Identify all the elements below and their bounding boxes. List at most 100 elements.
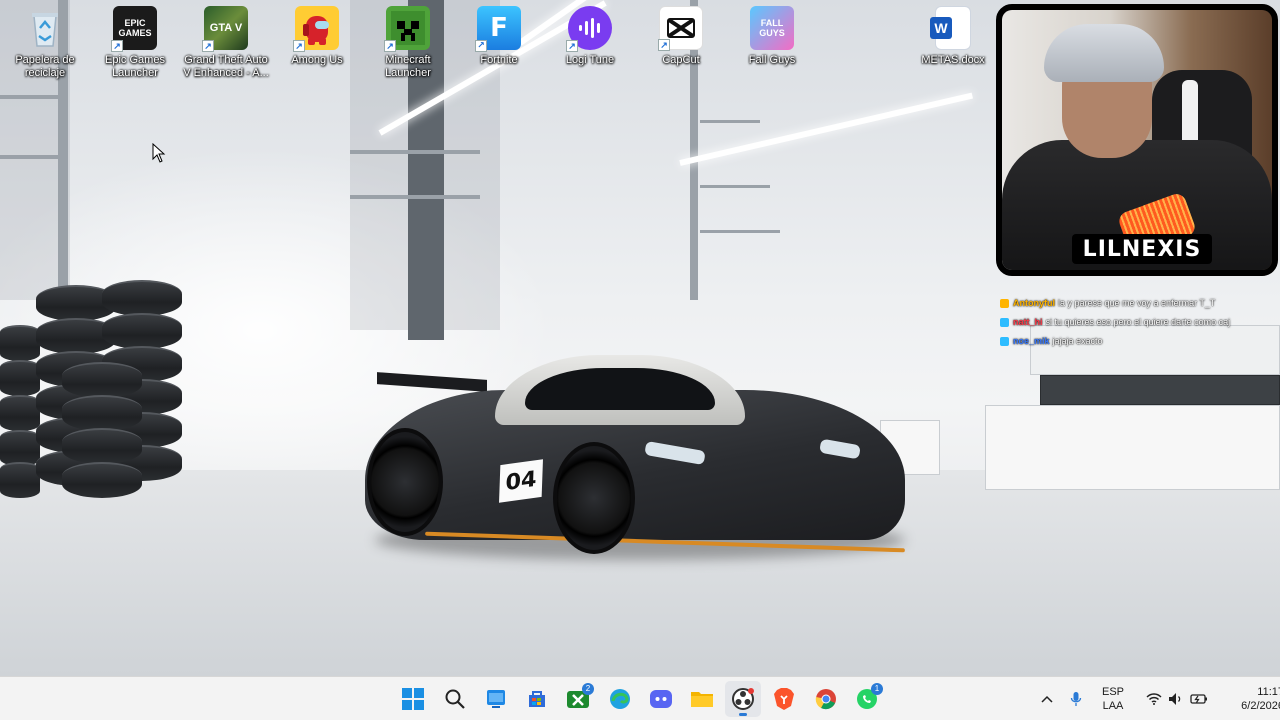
wall-beam [0, 95, 60, 99]
workbench-top [1040, 375, 1280, 405]
chat-text: jajaja exacto [1052, 336, 1103, 346]
fortnite-icon: F ↗ [475, 6, 521, 52]
desktop-icon-gta-v[interactable]: GTA V ↗ Grand Theft Auto V Enhanced - A.… [181, 6, 271, 80]
volume-icon [1169, 693, 1181, 705]
car-front-wheel [553, 442, 635, 554]
windows-start-icon [402, 688, 424, 710]
wall-beam [700, 185, 770, 188]
language-code: ESP [1101, 686, 1124, 698]
chat-badge-icon [1000, 299, 1009, 308]
among-us-icon: ↗ [293, 6, 339, 52]
icon-label: Grand Theft Auto V Enhanced - A... [183, 54, 269, 79]
streamer-hair [1044, 24, 1164, 82]
epic-games-tile-text: EPIC GAMES [118, 18, 152, 38]
chevron-up-icon [1041, 695, 1053, 703]
brave-button[interactable] [766, 681, 802, 717]
clock[interactable]: 11:17 6/2/2026 [1222, 685, 1280, 713]
clock-time: 11:17 [1257, 686, 1280, 698]
fall-guys-icon: FALL GUYS [750, 6, 794, 50]
workbench-cabinet [985, 405, 1280, 490]
chat-message: Antonyful la y parese que me voy a enfer… [1000, 294, 1280, 313]
icon-label: CapCut [662, 54, 700, 66]
edge-button[interactable] [602, 681, 638, 717]
wall-beam [0, 155, 60, 159]
show-hidden-icons-button[interactable] [1036, 681, 1058, 717]
discord-button[interactable] [643, 681, 679, 717]
gta-v-icon: GTA V ↗ [202, 6, 248, 52]
desktop-icon-fortnite[interactable]: F ↗ Fortnite [454, 6, 544, 67]
wall-beam [700, 230, 780, 233]
icon-label: Fall Guys [748, 54, 796, 66]
chat-username: noe_mik [1013, 336, 1050, 346]
chat-message: natt_hi si tu quieres eso pero el quiere… [1000, 313, 1280, 332]
file-explorer-button[interactable] [684, 681, 720, 717]
obs-button[interactable] [725, 681, 761, 717]
desktop-icon-epic-games[interactable]: EPIC GAMES ↗ Epic Games Launcher [90, 6, 180, 80]
fortnite-tile-text: F [490, 13, 508, 43]
clock-date: 6/2/2026 [1241, 700, 1280, 712]
gta-v-tile-text: GTA V [209, 22, 243, 34]
chat-badge-icon [1000, 318, 1009, 327]
ceiling-light [679, 92, 973, 166]
chrome-icon [815, 689, 836, 710]
minecraft-icon: ↗ [384, 6, 430, 52]
icon-label: METAS.docx [921, 54, 985, 66]
mouse-cursor-icon [152, 143, 166, 163]
icon-label: Papelera de reciclaje [15, 54, 75, 79]
xbox-badge: 2 [582, 683, 594, 695]
word-tile-text: W [930, 17, 952, 39]
desktop-icon-metas-docx[interactable]: W METAS.docx [908, 6, 998, 67]
whatsapp-badge: 1 [871, 683, 883, 695]
microphone-button[interactable] [1064, 681, 1088, 717]
microsoft-store-button[interactable] [519, 681, 555, 717]
race-car: 04 [365, 350, 910, 565]
car-rear-wing [377, 372, 487, 392]
logi-tune-icon: ↗ [566, 6, 612, 52]
capcut-icon: ↗ [658, 6, 703, 51]
wall-beam [350, 150, 480, 154]
whatsapp-button[interactable]: 1 [849, 681, 885, 717]
desktop-icon-capcut[interactable]: ↗ CapCut [636, 6, 726, 67]
chat-badge-icon [1000, 337, 1009, 346]
epic-games-icon: EPIC GAMES ↗ [111, 6, 157, 52]
icon-label: Minecraft Launcher [385, 54, 431, 79]
desktop-icon-among-us[interactable]: ↗ Among Us [272, 6, 362, 67]
chat-message: noe_mik jajaja exacto [1000, 332, 1280, 351]
xbox-button[interactable]: 2 [560, 681, 596, 717]
obs-icon [732, 688, 754, 710]
car-rear-wheel [367, 428, 443, 536]
task-view-button[interactable] [478, 681, 514, 717]
file-explorer-icon [691, 692, 713, 707]
chat-username: natt_hi [1013, 317, 1043, 327]
stream-chat: Antonyful la y parese que me voy a enfer… [1000, 294, 1280, 351]
taskbar: 2 1 ESP LAA 11:1 6/2/2026 [0, 676, 1280, 720]
quick-settings-button[interactable] [1142, 684, 1212, 714]
keyboard-layout: LAA [1102, 700, 1124, 712]
desktop-icon-recycle-bin[interactable]: Papelera de reciclaje [0, 6, 90, 80]
desktop-icon-logi-tune[interactable]: ↗ Logi Tune [545, 6, 635, 67]
chat-text: la y parese que me voy a enfermar T_T [1058, 298, 1216, 308]
fall-guys-tile-text: FALL GUYS [759, 18, 785, 38]
icon-label: Epic Games Launcher [105, 54, 165, 79]
microphone-tray-icon [1070, 692, 1082, 706]
desktop-icon-fall-guys[interactable]: FALL GUYS Fall Guys [727, 6, 817, 67]
car-number: 04 [499, 459, 543, 503]
start-button[interactable] [395, 681, 431, 717]
language-indicator[interactable]: ESP LAA [1096, 685, 1130, 713]
edge-icon [610, 689, 630, 709]
desktop-icon-minecraft[interactable]: ↗ Minecraft Launcher [363, 6, 453, 80]
chat-username: Antonyful [1013, 298, 1055, 308]
battery-charging-icon [1190, 694, 1207, 704]
microsoft-store-icon [529, 691, 545, 707]
brave-icon [774, 688, 794, 710]
webcam-overlay: LILNEXIS [996, 4, 1278, 276]
icon-label: Fortnite [480, 54, 518, 66]
icon-label: Among Us [291, 54, 343, 66]
streamer-name: LILNEXIS [1072, 234, 1212, 264]
chrome-button[interactable] [808, 681, 844, 717]
system-tray: ESP LAA 11:17 6/2/2026 [1036, 677, 1280, 720]
wall-beam [700, 120, 760, 123]
task-view-icon [487, 690, 505, 708]
search-button[interactable] [437, 681, 473, 717]
icon-label: Logi Tune [565, 54, 615, 66]
